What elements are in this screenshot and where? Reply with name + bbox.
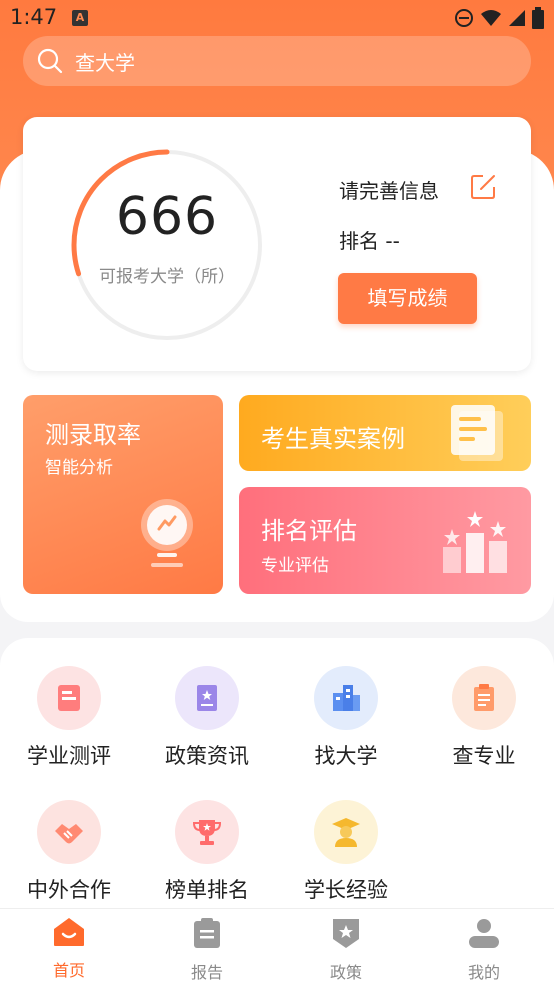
college-count: 666 [115,187,219,247]
search-icon [37,48,63,74]
search-bar[interactable]: 查大学 [23,36,531,86]
tab-label: 首页 [52,961,85,980]
policy-shield-icon [333,919,359,948]
tab-home[interactable]: 首页 [0,917,138,981]
function-grid: 学业测评 政策资讯 找大学 查专业 中外合作 榜单排名 学长经验 [0,638,554,908]
fill-score-button[interactable]: 填写成绩 [338,273,477,324]
admission-rate-subtitle: 智能分析 [45,458,113,478]
battery-icon [532,7,544,29]
grid-item-policy-news[interactable]: 政策资讯 [138,666,276,770]
score-card: 666 可报考大学（所） 请完善信息 排名 -- 填写成绩 [23,117,531,371]
lightbulb-icon [141,499,193,567]
status-icons [454,7,544,29]
grid-item-find-major[interactable]: 查专业 [415,666,553,770]
tab-policy[interactable]: 政策 [277,917,415,983]
grid-label: 学长经验 [304,878,388,902]
report-icon [194,918,220,948]
graduate-icon [314,800,378,864]
notification-icon: A [72,10,88,26]
grid-item-senior-experience[interactable]: 学长经验 [277,800,415,904]
grid-label: 学业测评 [27,744,111,768]
clipboard-icon [452,666,516,730]
policy-book-icon [175,666,239,730]
user-icon [469,919,499,948]
tab-label: 政策 [329,963,362,982]
grid-item-rankings[interactable]: 榜单排名 [138,800,276,904]
ranking-eval-subtitle: 专业评估 [261,556,329,576]
wifi-icon [481,10,501,26]
rank-text: 排名 -- [339,229,400,253]
grid-item-cooperation[interactable]: 中外合作 [0,800,138,904]
home-icon [54,918,84,946]
grid-label: 查专业 [452,744,516,768]
book-icon [37,666,101,730]
real-cases-title: 考生真实案例 [261,425,405,453]
handshake-icon [37,800,101,864]
tab-report[interactable]: 报告 [138,917,276,983]
grid-item-find-university[interactable]: 找大学 [277,666,415,770]
real-cases-tile[interactable]: 考生真实案例 [239,395,531,471]
ranking-eval-tile[interactable]: 排名评估 专业评估 [239,487,531,594]
dnd-icon [455,9,473,27]
grid-label: 榜单排名 [165,878,249,902]
document-icon [451,405,503,461]
tab-label: 我的 [467,963,500,982]
bottom-tab-bar: 首页 报告 政策 我的 [0,908,554,984]
grid-item-academic-test[interactable]: 学业测评 [0,666,138,770]
edit-icon[interactable] [469,173,497,201]
podium-stars-icon [443,511,507,573]
tab-label: 报告 [190,963,223,982]
trophy-icon [175,800,239,864]
search-placeholder: 查大学 [75,50,135,75]
grid-label: 政策资讯 [165,744,249,768]
tab-mine[interactable]: 我的 [415,917,553,983]
college-count-label: 可报考大学（所） [99,267,235,287]
grid-label: 找大学 [314,744,378,768]
admission-rate-tile[interactable]: 测录取率 智能分析 [23,395,223,594]
ranking-eval-title: 排名评估 [261,517,357,545]
status-bar: 1:47 A [0,0,554,36]
complete-info-label: 请完善信息 [339,179,439,203]
status-time: 1:47 [10,5,58,29]
signal-icon [509,10,525,26]
building-icon [314,666,378,730]
grid-label: 中外合作 [27,878,111,902]
admission-rate-title: 测录取率 [45,421,141,449]
